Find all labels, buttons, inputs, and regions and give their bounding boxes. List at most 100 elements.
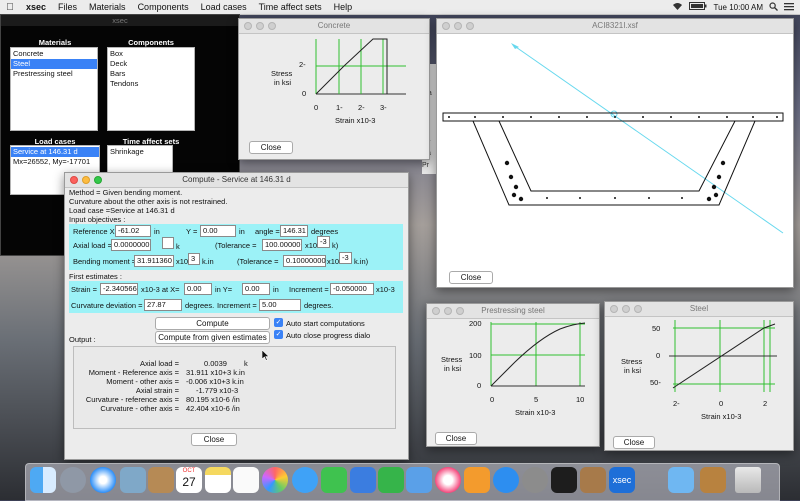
ibooks-icon[interactable]	[464, 467, 490, 493]
trash-icon[interactable]	[735, 467, 761, 493]
auto-start-label[interactable]: Auto start computations	[286, 319, 365, 328]
folder-icon[interactable]	[668, 467, 694, 493]
time-sets-list[interactable]: Shrinkage	[107, 145, 173, 175]
zoom-window-icon[interactable]	[634, 305, 642, 313]
components-list[interactable]: Box Deck Bars Tendons	[107, 47, 195, 131]
menu-components[interactable]: Components	[132, 2, 195, 12]
minimize-window-icon[interactable]	[454, 22, 462, 30]
axial-tolerance-input[interactable]: 100.00000	[262, 239, 302, 251]
xsec-app-icon[interactable]: xsec	[609, 467, 635, 493]
axial-exponent-input[interactable]	[162, 237, 174, 249]
component-item-tendons[interactable]: Tendons	[110, 79, 192, 89]
compute-button[interactable]: Compute	[155, 317, 270, 330]
component-item-box[interactable]: Box	[110, 49, 192, 59]
concrete-close-button[interactable]: Close	[249, 141, 293, 154]
component-item-deck[interactable]: Deck	[110, 59, 192, 69]
moment-tolerance-exponent-input[interactable]: -3	[339, 252, 352, 264]
messages-icon[interactable]	[292, 467, 318, 493]
curvature-increment-input[interactable]: 5.00	[259, 299, 301, 311]
calendar-icon[interactable]: OCT 27	[176, 467, 202, 493]
facetime-icon[interactable]	[321, 467, 347, 493]
strain-input[interactable]: -2.340566	[100, 283, 138, 295]
finder-icon[interactable]	[30, 467, 56, 493]
reference-x-input[interactable]: -61.02	[115, 225, 151, 237]
curvature-deviation-input[interactable]: 27.87	[144, 299, 182, 311]
zoom-window-icon[interactable]	[94, 176, 102, 184]
time-set-item-shrinkage[interactable]: Shrinkage	[110, 147, 170, 157]
menu-time-affect-sets[interactable]: Time affect sets	[253, 2, 328, 12]
material-item-concrete[interactable]: Concrete	[13, 49, 95, 59]
y-input[interactable]: 0.00	[200, 225, 236, 237]
minimize-window-icon[interactable]	[82, 176, 90, 184]
wifi-icon[interactable]	[672, 2, 683, 13]
materials-list[interactable]: Concrete Steel Prestressing steel	[10, 47, 98, 131]
reminders-icon[interactable]	[233, 467, 259, 493]
auto-close-label[interactable]: Auto close progress dialog	[286, 331, 370, 340]
prestressing-title-bar[interactable]: Prestressing steel	[427, 304, 599, 319]
system-preferences-icon[interactable]	[522, 467, 548, 493]
material-item-prestressing-steel[interactable]: Prestressing steel	[13, 69, 95, 79]
close-window-icon[interactable]	[70, 176, 78, 184]
angle-input[interactable]: 146.31	[280, 225, 308, 237]
list-icon[interactable]	[784, 2, 794, 13]
zoom-window-icon[interactable]	[466, 22, 474, 30]
auto-start-checkbox[interactable]: ✓	[274, 318, 283, 327]
launchpad-icon[interactable]	[60, 467, 86, 493]
minimize-window-icon[interactable]	[256, 22, 264, 30]
minimize-window-icon[interactable]	[622, 305, 630, 313]
menu-files[interactable]: Files	[52, 2, 83, 12]
compute-close-button[interactable]: Close	[191, 433, 237, 446]
preview-icon[interactable]	[120, 467, 146, 493]
load-case-item-moments[interactable]: Mx=26552, My=-17701	[13, 157, 97, 167]
section-title-bar[interactable]: ACI8321I.xsf	[437, 19, 793, 34]
close-window-icon[interactable]	[610, 305, 618, 313]
prestressing-xtick: 10	[576, 395, 585, 404]
component-item-bars[interactable]: Bars	[110, 69, 192, 79]
minimize-window-icon[interactable]	[444, 307, 452, 315]
search-icon[interactable]	[769, 1, 778, 13]
battery-icon[interactable]	[689, 2, 707, 12]
auto-close-checkbox[interactable]: ✓	[274, 330, 283, 339]
strain-y-input[interactable]: 0.00	[242, 283, 270, 295]
close-window-icon[interactable]	[442, 22, 450, 30]
app-store-icon[interactable]	[493, 467, 519, 493]
archive-utility-icon[interactable]	[580, 467, 606, 493]
menu-clock[interactable]: Tue 10:00 AM	[713, 3, 763, 12]
steel-close-button[interactable]: Close	[613, 436, 655, 449]
section-close-button[interactable]: Close	[449, 271, 493, 284]
compute-from-estimates-button[interactable]: Compute from given estimates	[155, 331, 270, 344]
menu-load-cases[interactable]: Load cases	[195, 2, 253, 12]
notes-icon[interactable]	[205, 467, 231, 493]
zoom-window-icon[interactable]	[456, 307, 464, 315]
terminal-icon[interactable]	[551, 467, 577, 493]
concrete-title-bar[interactable]: Concrete	[239, 19, 429, 34]
zoom-window-icon[interactable]	[268, 22, 276, 30]
close-window-icon[interactable]	[432, 307, 440, 315]
steel-title-bar[interactable]: Steel	[605, 302, 793, 317]
material-item-steel[interactable]: Steel	[11, 59, 97, 69]
axial-load-input[interactable]: 0.0000000	[111, 239, 151, 251]
photos-icon[interactable]	[262, 467, 288, 493]
archive-icon[interactable]	[700, 467, 726, 493]
compute-title-bar[interactable]: Compute - Service at 146.31 d	[65, 173, 408, 188]
menu-help[interactable]: Help	[328, 2, 359, 12]
prestressing-close-button[interactable]: Close	[435, 432, 477, 445]
strain-increment-input[interactable]: -0.050000	[330, 283, 374, 295]
load-case-item-service[interactable]: Service at 146.31 d	[11, 147, 99, 157]
bending-exponent-input[interactable]: 3	[188, 253, 200, 265]
moment-tolerance-input[interactable]: 0.10000000	[283, 255, 326, 267]
close-window-icon[interactable]	[244, 22, 252, 30]
itunes-icon[interactable]	[435, 467, 461, 493]
numbers-icon[interactable]	[378, 467, 404, 493]
apple-menu-icon[interactable]: 	[0, 2, 20, 13]
menu-materials[interactable]: Materials	[83, 2, 132, 12]
partial-label: Pr	[422, 162, 429, 169]
bending-moment-input[interactable]: 31.911360	[134, 255, 174, 267]
xcode-icon[interactable]	[406, 467, 432, 493]
menu-app-xsec[interactable]: xsec	[20, 2, 52, 12]
contacts-icon[interactable]	[148, 467, 174, 493]
safari-icon[interactable]	[90, 467, 116, 493]
axial-tolerance-exponent-input[interactable]: -3	[317, 236, 330, 248]
strain-x-input[interactable]: 0.00	[184, 283, 212, 295]
keynote-icon[interactable]	[350, 467, 376, 493]
